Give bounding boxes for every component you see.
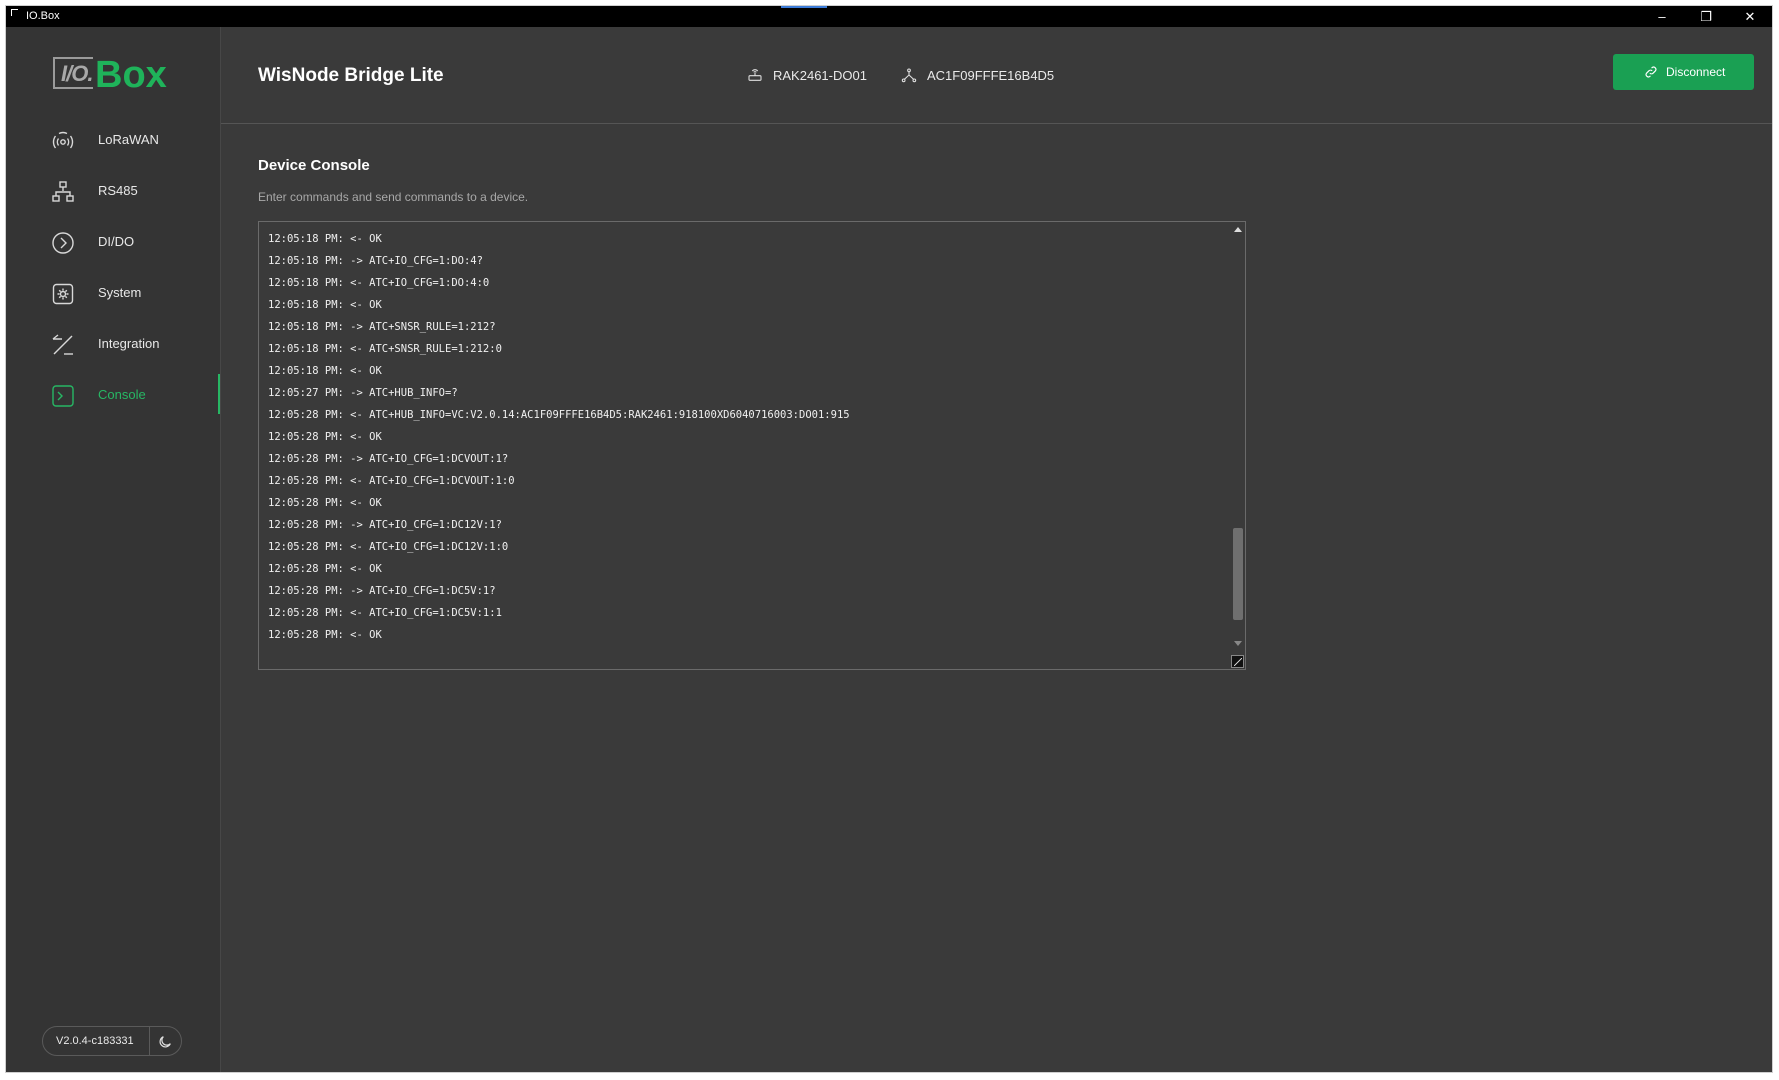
console-log: 12:05:18 PM: <- OK 12:05:18 PM: -> ATC+IO… bbox=[268, 228, 1225, 646]
section-title: Device Console bbox=[258, 157, 370, 174]
integration-icon bbox=[52, 334, 73, 355]
terminal-icon bbox=[52, 385, 74, 407]
console-output[interactable]: 12:05:18 PM: <- OK 12:05:18 PM: -> ATC+IO… bbox=[258, 221, 1246, 670]
app-icon bbox=[11, 9, 18, 16]
logo-io-text: I/O. bbox=[61, 61, 93, 86]
console-line: 12:05:28 PM: <- OK bbox=[268, 563, 382, 575]
sidebar-item-system[interactable]: System bbox=[6, 270, 220, 318]
hub-icon bbox=[901, 68, 917, 83]
page-title: WisNode Bridge Lite bbox=[258, 65, 444, 86]
title-accent bbox=[781, 6, 827, 8]
console-line: 12:05:18 PM: <- ATC+IO_CFG=1:DO:4:0 bbox=[268, 277, 490, 289]
console-line: 12:05:28 PM: -> ATC+IO_CFG=1:DC5V:1? bbox=[268, 585, 496, 597]
logo-box-text: Box bbox=[95, 54, 167, 96]
resize-handle[interactable] bbox=[1231, 655, 1244, 668]
disconnect-button[interactable]: Disconnect bbox=[1613, 54, 1754, 90]
main-content: Device Console Enter commands and send c… bbox=[221, 124, 1772, 1072]
title-bar: IO.Box – ❐ ✕ bbox=[6, 6, 1772, 27]
sidebar-item-lorawan[interactable]: LoRaWAN bbox=[6, 117, 220, 165]
chevron-circle-icon bbox=[52, 232, 74, 254]
sidebar-item-label: DI/DO bbox=[98, 234, 135, 249]
scroll-thumb[interactable] bbox=[1233, 528, 1243, 620]
console-line: 12:05:18 PM: -> ATC+IO_CFG=1:DO:4? bbox=[268, 255, 483, 267]
sidebar-item-dido[interactable]: DI/DO bbox=[6, 219, 220, 267]
console-scrollbar[interactable] bbox=[1231, 222, 1245, 654]
maximize-button[interactable]: ❐ bbox=[1684, 6, 1728, 27]
console-line: 12:05:28 PM: <- ATC+IO_CFG=1:DC12V:1:0 bbox=[268, 541, 509, 553]
console-line: 12:05:28 PM: -> ATC+IO_CFG=1:DCVOUT:1? bbox=[268, 453, 509, 465]
network-icon bbox=[52, 181, 74, 202]
minimize-button[interactable]: – bbox=[1640, 6, 1684, 27]
scroll-down-arrow-icon[interactable] bbox=[1234, 641, 1242, 646]
console-line: 12:05:28 PM: <- ATC+IO_CFG=1:DC5V:1:1 bbox=[268, 607, 502, 619]
version-divider bbox=[149, 1027, 150, 1055]
sidebar-item-label: Console bbox=[98, 387, 146, 402]
console-line: 12:05:28 PM: <- OK bbox=[268, 629, 382, 641]
sidebar-item-rs485[interactable]: RS485 bbox=[6, 168, 220, 216]
version-text: V2.0.4-c183331 bbox=[56, 1035, 134, 1047]
link-icon bbox=[1645, 66, 1657, 78]
device-icon bbox=[748, 69, 762, 81]
device-model-text: RAK2461-DO01 bbox=[773, 68, 867, 83]
console-line: 12:05:18 PM: -> ATC+SNSR_RULE=1:212? bbox=[268, 321, 496, 333]
version-badge: V2.0.4-c183331 bbox=[42, 1026, 182, 1056]
disconnect-label: Disconnect bbox=[1666, 65, 1726, 79]
console-line: 12:05:28 PM: -> ATC+IO_CFG=1:DC12V:1? bbox=[268, 519, 502, 531]
console-line: 12:05:27 PM: -> ATC+HUB_INFO=? bbox=[268, 387, 458, 399]
lorawan-icon bbox=[52, 131, 74, 149]
moon-icon[interactable] bbox=[157, 1034, 173, 1050]
sidebar-item-integration[interactable]: Integration bbox=[6, 321, 220, 369]
sidebar-item-label: Integration bbox=[98, 336, 160, 351]
console-line: 12:05:28 PM: <- ATC+HUB_INFO=VC:V2.0.14:… bbox=[268, 409, 850, 421]
sidebar-item-label: LoRaWAN bbox=[98, 132, 159, 147]
gear-icon bbox=[52, 283, 74, 305]
console-line: 12:05:28 PM: <- ATC+IO_CFG=1:DCVOUT:1:0 bbox=[268, 475, 515, 487]
sidebar: I/O. Box LoRaWAN RS485 DI/DO System Inte… bbox=[6, 27, 221, 1072]
sidebar-item-console[interactable]: Console bbox=[6, 372, 220, 420]
console-line: 12:05:18 PM: <- OK bbox=[268, 365, 382, 377]
console-line: 12:05:18 PM: <- ATC+SNSR_RULE=1:212:0 bbox=[268, 343, 502, 355]
console-line: 12:05:28 PM: <- OK bbox=[268, 497, 382, 509]
app-window: IO.Box – ❐ ✕ I/O. Box LoRaWAN RS485 DI/D… bbox=[5, 5, 1773, 1073]
scroll-up-arrow-icon[interactable] bbox=[1234, 227, 1242, 232]
device-eui-text: AC1F09FFFE16B4D5 bbox=[927, 68, 1055, 83]
sidebar-item-label: RS485 bbox=[98, 183, 138, 198]
console-line: 12:05:18 PM: <- OK bbox=[268, 299, 382, 311]
console-line: 12:05:28 PM: <- OK bbox=[268, 431, 382, 443]
console-line: 12:05:18 PM: <- OK bbox=[268, 233, 382, 245]
section-description: Enter commands and send commands to a de… bbox=[258, 190, 529, 204]
sidebar-item-label: System bbox=[98, 285, 142, 300]
device-header: WisNode Bridge Lite RAK2461-DO01 AC1F09F… bbox=[221, 27, 1772, 124]
window-title: IO.Box bbox=[26, 10, 60, 22]
close-button[interactable]: ✕ bbox=[1728, 6, 1772, 27]
